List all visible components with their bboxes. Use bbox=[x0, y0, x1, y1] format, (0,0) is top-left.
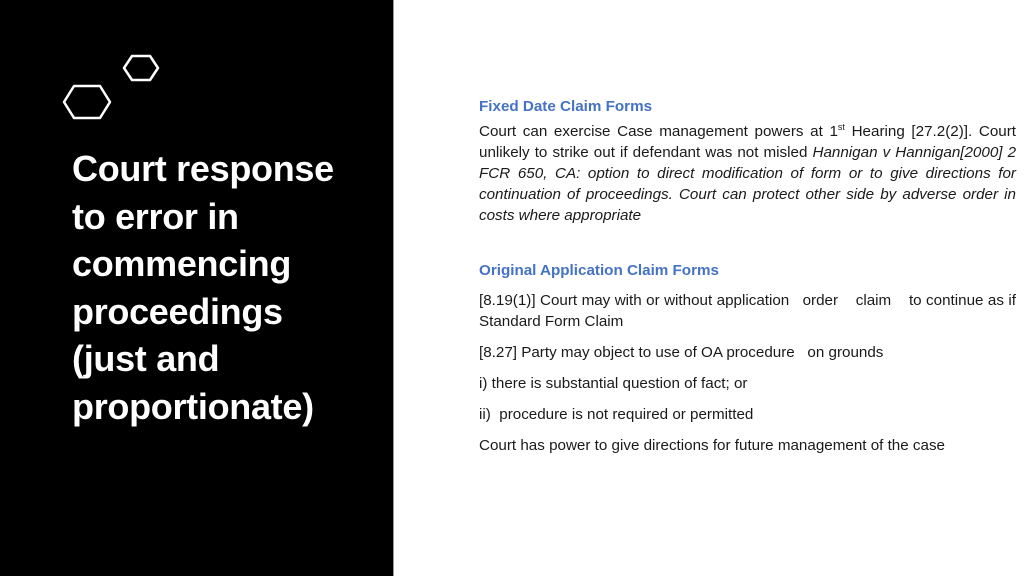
content-area: Fixed Date Claim Forms Court can exercis… bbox=[479, 96, 1016, 466]
paragraph: [8.19(1)] Court may with or without appl… bbox=[479, 292, 1021, 330]
title-line: proportionate) bbox=[72, 385, 314, 427]
list-item: ii) procedure is not required or permitt… bbox=[479, 406, 754, 423]
hexagon-small bbox=[122, 54, 160, 82]
paragraph: [8.27] Party may object to use of OA pro… bbox=[479, 344, 884, 361]
title-line: (just and bbox=[72, 338, 220, 379]
list-item: i) there is substantial question of fact… bbox=[479, 375, 748, 392]
superscript: st bbox=[837, 122, 845, 132]
title-panel: Court response to error in commencing pr… bbox=[0, 0, 394, 576]
title-line: Court response bbox=[72, 148, 334, 189]
title-line: commencing bbox=[72, 243, 292, 284]
hexagons-icon bbox=[62, 54, 160, 120]
paragraph: Court has power to give directions for f… bbox=[479, 437, 945, 454]
hexagon-large bbox=[62, 84, 112, 120]
slide-title: Court response to error in commencing pr… bbox=[72, 145, 382, 430]
fixed-date-paragraph: Court can exercise Case management power… bbox=[479, 121, 1016, 226]
text-part: Court can exercise Case management power… bbox=[479, 123, 838, 140]
title-line: proceedings bbox=[72, 290, 283, 332]
title-line: to error in bbox=[72, 195, 239, 237]
section-heading-fixed-date: Fixed Date Claim Forms bbox=[479, 98, 653, 115]
section-heading-original-application: Original Application Claim Forms bbox=[479, 262, 719, 279]
